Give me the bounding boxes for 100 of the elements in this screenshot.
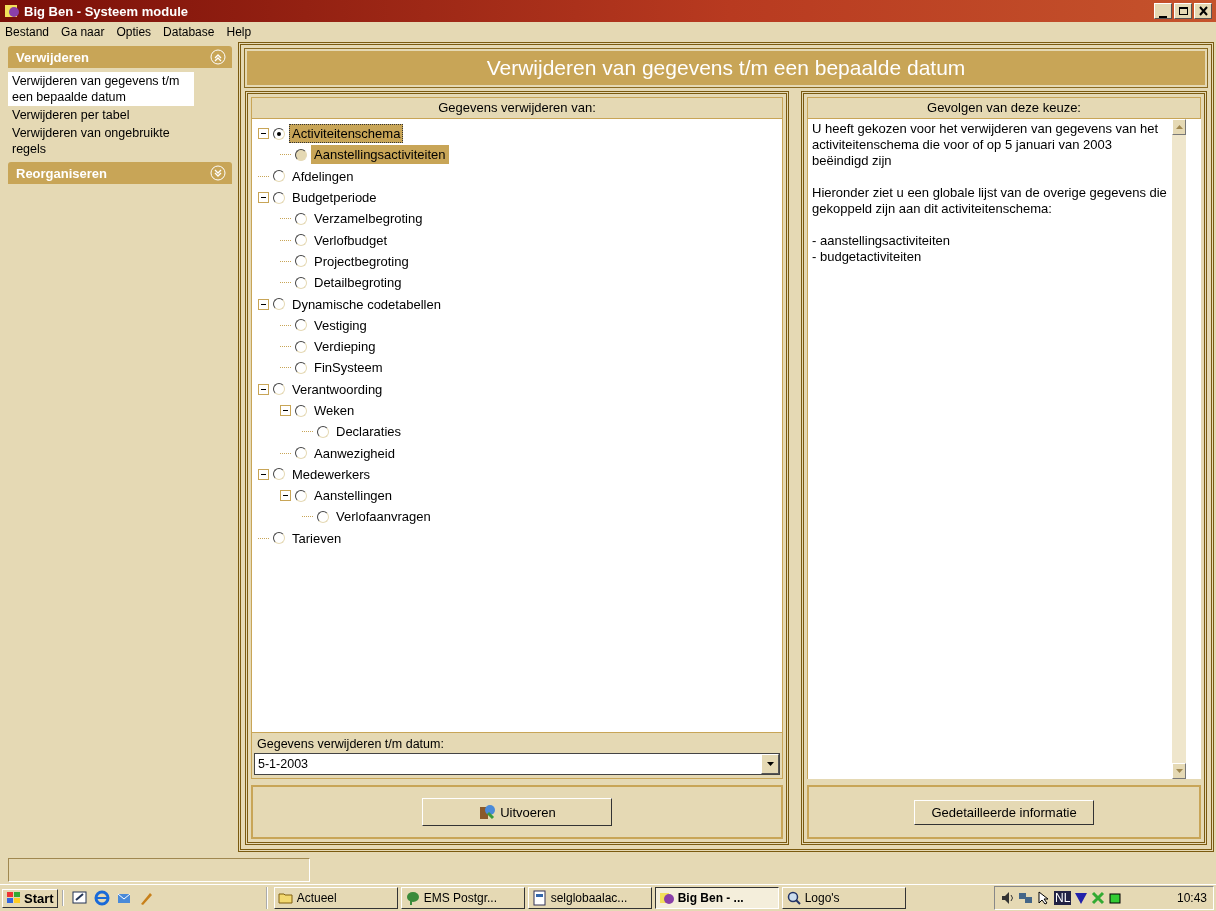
windows-logo-icon xyxy=(6,891,22,905)
collapse-toggle[interactable] xyxy=(280,490,291,502)
shield-icon[interactable] xyxy=(1074,891,1089,905)
maximize-icon xyxy=(1177,6,1189,16)
scrollbar[interactable] xyxy=(1172,119,1186,779)
menu-item[interactable]: Help xyxy=(225,25,253,39)
tree-item[interactable]: Verantwoording xyxy=(289,379,386,399)
radio-button[interactable] xyxy=(295,234,307,247)
radio-button[interactable] xyxy=(273,127,285,140)
collapse-toggle[interactable] xyxy=(258,192,269,204)
expand-icon xyxy=(210,165,226,181)
taskbar-button[interactable]: Big Ben - ... xyxy=(654,887,779,909)
tree-item[interactable]: Projectbegroting xyxy=(311,251,412,271)
taskbar-button[interactable]: EMS Postgr... xyxy=(400,887,525,909)
section-title: Verwijderen xyxy=(16,49,89,65)
tree-item[interactable]: Weken xyxy=(311,401,358,420)
details-button[interactable]: Gedetailleerde informatie xyxy=(914,799,1094,825)
minimize-icon xyxy=(1159,16,1167,18)
app-icon xyxy=(658,890,675,906)
search-icon xyxy=(785,890,802,906)
paragraph: Hieronder ziet u een globale lijst van de overige gegevens die gekoppeld zijn aan dit activiteitenschema: xyxy=(812,185,1168,217)
close-button[interactable] xyxy=(1194,3,1212,19)
collapse-toggle[interactable] xyxy=(258,298,269,310)
radio-button[interactable] xyxy=(273,191,285,204)
radio-button[interactable] xyxy=(295,489,307,502)
radio-button[interactable] xyxy=(295,276,307,289)
sidebar-item[interactable]: Verwijderen van gegevens t/m een bepaalde datum xyxy=(8,72,194,106)
list-item: - aanstellingsactiviteiten xyxy=(812,233,952,249)
panel-header: Gegevens verwijderen van: xyxy=(251,97,783,119)
collapse-toggle[interactable] xyxy=(280,405,291,416)
tree-item[interactable]: Activiteitenschema xyxy=(289,124,404,144)
run-button[interactable]: Uitvoeren xyxy=(422,798,612,826)
tree-item[interactable]: Declaraties xyxy=(333,422,405,442)
dropdown-arrow-icon xyxy=(766,762,774,766)
folder-icon xyxy=(277,890,294,906)
tree-item[interactable]: FinSysteem xyxy=(311,358,386,378)
window-title: Big Ben - Systeem module xyxy=(24,3,189,19)
taskbar-button[interactable]: selglobaalac... xyxy=(527,887,652,909)
tree-item[interactable]: Verlofaanvragen xyxy=(333,507,434,527)
tree-item[interactable]: Detailbegroting xyxy=(311,273,405,293)
page-heading: Verwijderen van gegevens t/m een bepaalde datum xyxy=(245,49,1207,87)
tree-item[interactable]: Budgetperiode xyxy=(289,188,380,208)
language-indicator[interactable]: NL xyxy=(1054,891,1072,905)
section-title: Reorganiseren xyxy=(16,165,108,181)
collapse-toggle[interactable] xyxy=(258,128,269,140)
maximize-button[interactable] xyxy=(1174,3,1192,19)
tree-item[interactable]: Verlofbudget xyxy=(311,230,390,250)
radio-button[interactable] xyxy=(273,468,285,481)
network-icon[interactable] xyxy=(1018,891,1034,905)
tree-item[interactable]: Afdelingen xyxy=(289,166,357,186)
browser-icon[interactable] xyxy=(93,890,110,906)
tree-item[interactable]: Verzamelbegroting xyxy=(311,209,426,229)
desktop-icon[interactable] xyxy=(71,890,88,906)
radio-button[interactable] xyxy=(317,425,329,438)
radio-button[interactable] xyxy=(295,447,307,460)
radio-button[interactable] xyxy=(273,532,285,545)
battery-icon[interactable] xyxy=(1108,891,1123,905)
tree-item[interactable]: Dynamische codetabellen xyxy=(289,294,444,314)
radio-button[interactable] xyxy=(273,170,285,183)
start-button[interactable]: Start xyxy=(2,888,58,908)
field-label: Gegevens verwijderen t/m datum: xyxy=(256,736,445,753)
taskbar-button[interactable]: Actueel xyxy=(273,887,398,909)
app-icon xyxy=(4,3,20,19)
tree-item[interactable]: Vestiging xyxy=(311,315,370,335)
taskbar-button[interactable]: Logo's xyxy=(781,887,906,909)
minimize-button[interactable] xyxy=(1154,3,1172,19)
radio-button[interactable] xyxy=(273,383,285,396)
radio-button[interactable] xyxy=(317,511,329,523)
menu-item[interactable]: Opties xyxy=(115,25,153,39)
sidebar-item[interactable]: Verwijderen per tabel xyxy=(8,106,194,124)
radio-button[interactable] xyxy=(295,319,307,332)
document-icon xyxy=(531,890,548,906)
tree-item[interactable]: Verdieping xyxy=(311,337,379,357)
date-dropdown[interactable]: 5-1-2003 xyxy=(254,753,780,775)
tree-item[interactable]: Aanwezigheid xyxy=(311,443,398,463)
clock: 10:43 xyxy=(1176,891,1207,905)
tree-item[interactable]: Aanstellingen xyxy=(311,486,396,506)
cursor-icon[interactable] xyxy=(1037,891,1051,905)
tree-item[interactable]: Tarieven xyxy=(289,528,345,548)
radio-button[interactable] xyxy=(295,212,307,225)
radio-button[interactable] xyxy=(295,361,307,374)
menu-item[interactable]: Bestand xyxy=(4,25,51,39)
tree-item[interactable]: Medewerkers xyxy=(289,464,374,484)
menu-item[interactable]: Ga naar xyxy=(60,25,106,39)
radio-button[interactable] xyxy=(295,404,307,417)
radio-button[interactable] xyxy=(295,255,307,268)
collapse-toggle[interactable] xyxy=(258,468,269,480)
paragraph: U heeft gekozen voor het verwijderen van gegevens van het activiteitenschema die voor of op 5 januari van 2003 beëindigd zijn xyxy=(812,121,1160,169)
panel-header: Gevolgen van deze keuze: xyxy=(807,97,1201,119)
minus-icon xyxy=(282,407,289,414)
collapse-icon xyxy=(210,49,226,65)
scroll-up-icon xyxy=(1175,125,1183,129)
sidebar-item[interactable]: Verwijderen van ongebruikte regels xyxy=(8,124,194,158)
list-item: - budgetactiviteiten xyxy=(812,249,923,265)
radio-button[interactable] xyxy=(295,340,307,353)
scroll-down-icon xyxy=(1175,769,1183,773)
speaker-icon[interactable] xyxy=(1001,891,1015,905)
radio-button[interactable] xyxy=(273,298,285,310)
collapse-toggle[interactable] xyxy=(258,383,269,395)
menu-item[interactable]: Database xyxy=(162,25,216,39)
